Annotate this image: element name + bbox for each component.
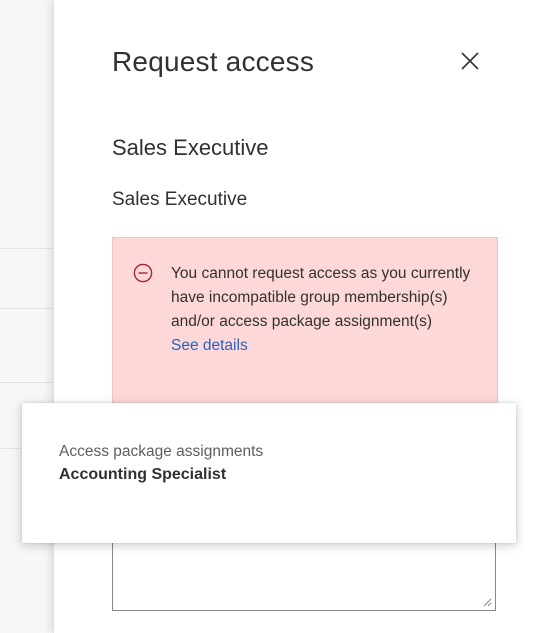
background-row-divider	[0, 382, 54, 383]
error-text-block: You cannot request access as you current…	[171, 262, 481, 358]
screen: Request access Sales Executive Sales Exe…	[0, 0, 549, 633]
justification-textarea[interactable]	[112, 532, 496, 611]
background-row-divider	[0, 248, 54, 249]
access-package-name: Sales Executive	[112, 135, 269, 160]
popup-label: Access package assignments	[59, 443, 264, 460]
see-details-link[interactable]: See details	[171, 334, 248, 358]
panel-title: Request access	[112, 46, 315, 77]
policy-name: Sales Executive	[112, 189, 248, 210]
close-icon	[461, 52, 479, 70]
error-circle-minus-icon	[133, 263, 153, 283]
popup-assignment-value: Accounting Specialist	[59, 466, 227, 483]
background-row-divider	[0, 308, 54, 309]
close-button[interactable]	[458, 49, 482, 73]
resize-grip-icon[interactable]	[482, 597, 492, 607]
error-message: You cannot request access as you current…	[171, 265, 471, 330]
incompatible-assignments-popup: Access package assignments Accounting Sp…	[22, 403, 516, 543]
error-message-bar: You cannot request access as you current…	[112, 237, 498, 419]
